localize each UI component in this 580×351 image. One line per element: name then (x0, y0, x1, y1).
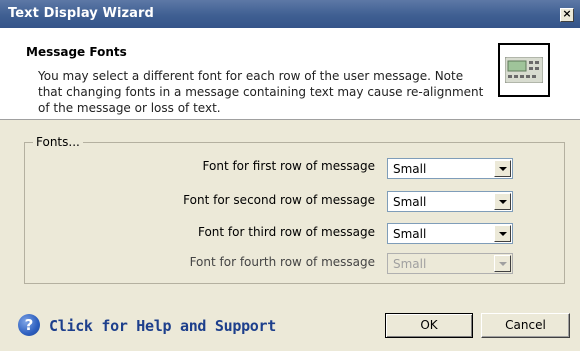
second-row-font-select[interactable]: Small (387, 191, 513, 212)
fourth-row-font-select: Small (387, 253, 513, 274)
first-row-font-value: Small (393, 162, 427, 176)
second-row-font-value: Small (393, 195, 427, 209)
text-display-wizard-dialog: Text Display Wizard × Message Fonts You … (0, 0, 580, 351)
cancel-button[interactable]: Cancel (481, 313, 570, 338)
page-title: Message Fonts (26, 45, 127, 59)
chevron-down-icon (494, 255, 511, 272)
first-row-font-select[interactable]: Small (387, 158, 513, 179)
page-description: You may select a different font for each… (38, 69, 484, 115)
chevron-down-icon[interactable] (494, 225, 511, 242)
title-bar[interactable]: Text Display Wizard × (0, 0, 580, 28)
fourth-row-font-label: Font for fourth row of message (189, 255, 375, 269)
chevron-down-icon[interactable] (494, 193, 511, 210)
fonts-group-legend: Fonts... (33, 135, 83, 149)
help-icon[interactable]: ? (18, 314, 40, 336)
second-row-font-label: Font for second row of message (183, 193, 375, 207)
text-display-device-icon (498, 43, 550, 97)
fourth-row-font-value: Small (393, 257, 427, 271)
first-row-font-label: Font for first row of message (202, 159, 375, 173)
third-row-font-value: Small (393, 227, 427, 241)
ok-button[interactable]: OK (385, 313, 473, 338)
fonts-group: Fonts... Font for first row of message S… (24, 135, 565, 284)
window-title: Text Display Wizard (8, 6, 154, 21)
third-row-font-select[interactable]: Small (387, 223, 513, 244)
chevron-down-icon[interactable] (494, 160, 511, 177)
wizard-header: Message Fonts You may select a different… (0, 28, 580, 120)
third-row-font-label: Font for third row of message (197, 225, 375, 239)
close-button[interactable]: × (560, 7, 574, 22)
close-icon: × (562, 7, 572, 20)
help-link-text[interactable]: Click for Help and Support (49, 317, 276, 335)
